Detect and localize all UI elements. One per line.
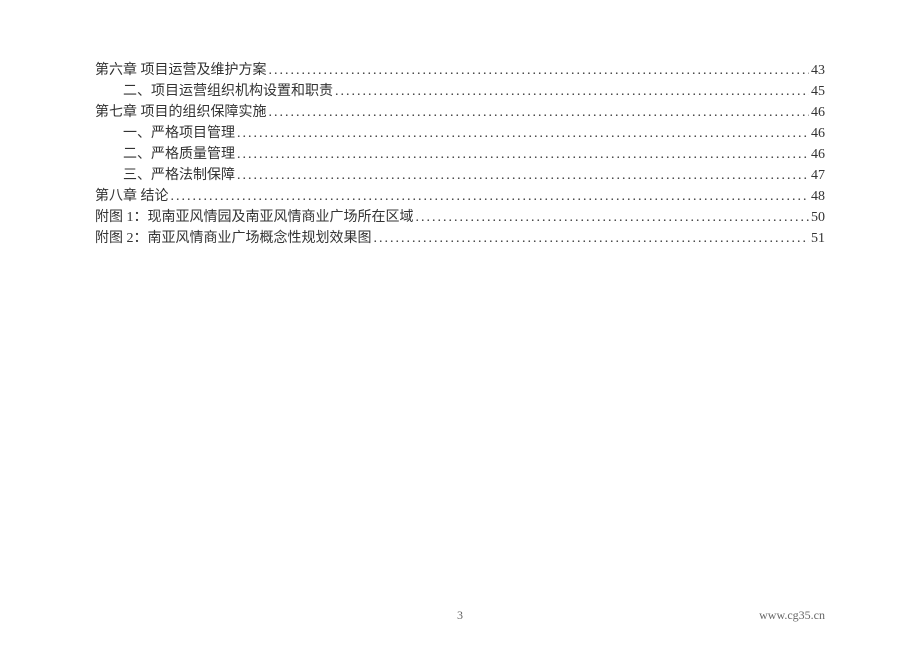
toc-leader-dots <box>237 144 809 165</box>
toc-page-number: 46 <box>811 102 825 123</box>
toc-page-number: 45 <box>811 81 825 102</box>
page-footer: 3 www.cg35.cn <box>0 608 920 623</box>
toc-leader-dots <box>335 81 809 102</box>
toc-entry: 三、严格法制保障 47 <box>95 165 825 186</box>
footer-url: www.cg35.cn <box>759 608 825 623</box>
toc-page-number: 46 <box>811 123 825 144</box>
toc-page-number: 48 <box>811 186 825 207</box>
toc-label: 二、项目运营组织机构设置和职责 <box>123 81 333 102</box>
table-of-contents: 第六章 项目运营及维护方案43二、项目运营组织机构设置和职责45第七章 项目的组… <box>95 60 825 249</box>
toc-entry: 附图 2：南亚风情商业广场概念性规划效果图 51 <box>95 228 825 249</box>
toc-leader-dots <box>416 207 810 228</box>
toc-leader-dots <box>171 186 810 207</box>
toc-leader-dots <box>269 102 810 123</box>
toc-label: 二、严格质量管理 <box>123 144 235 165</box>
page-number: 3 <box>457 608 463 623</box>
toc-label: 第七章 项目的组织保障实施 <box>95 102 267 123</box>
toc-page-number: 47 <box>811 165 825 186</box>
toc-entry: 第八章 结论 48 <box>95 186 825 207</box>
toc-leader-dots <box>269 60 810 81</box>
toc-leader-dots <box>237 165 809 186</box>
toc-entry: 二、严格质量管理 46 <box>95 144 825 165</box>
toc-entry: 第六章 项目运营及维护方案 43 <box>95 60 825 81</box>
toc-entry: 一、严格项目管理 46 <box>95 123 825 144</box>
toc-leader-dots <box>374 228 810 249</box>
toc-label: 三、严格法制保障 <box>123 165 235 186</box>
toc-label: 第八章 结论 <box>95 186 169 207</box>
toc-label: 第六章 项目运营及维护方案 <box>95 60 267 81</box>
toc-label: 附图 1：现南亚风情园及南亚风情商业广场所在区域 <box>95 207 414 228</box>
toc-entry: 第七章 项目的组织保障实施 46 <box>95 102 825 123</box>
toc-page-number: 50 <box>811 207 825 228</box>
toc-leader-dots <box>237 123 809 144</box>
toc-page-number: 51 <box>811 228 825 249</box>
toc-label: 一、严格项目管理 <box>123 123 235 144</box>
toc-entry: 二、项目运营组织机构设置和职责 45 <box>95 81 825 102</box>
toc-entry: 附图 1：现南亚风情园及南亚风情商业广场所在区域 50 <box>95 207 825 228</box>
toc-label: 附图 2：南亚风情商业广场概念性规划效果图 <box>95 228 372 249</box>
toc-page-number: 46 <box>811 144 825 165</box>
toc-page-number: 43 <box>811 60 825 81</box>
